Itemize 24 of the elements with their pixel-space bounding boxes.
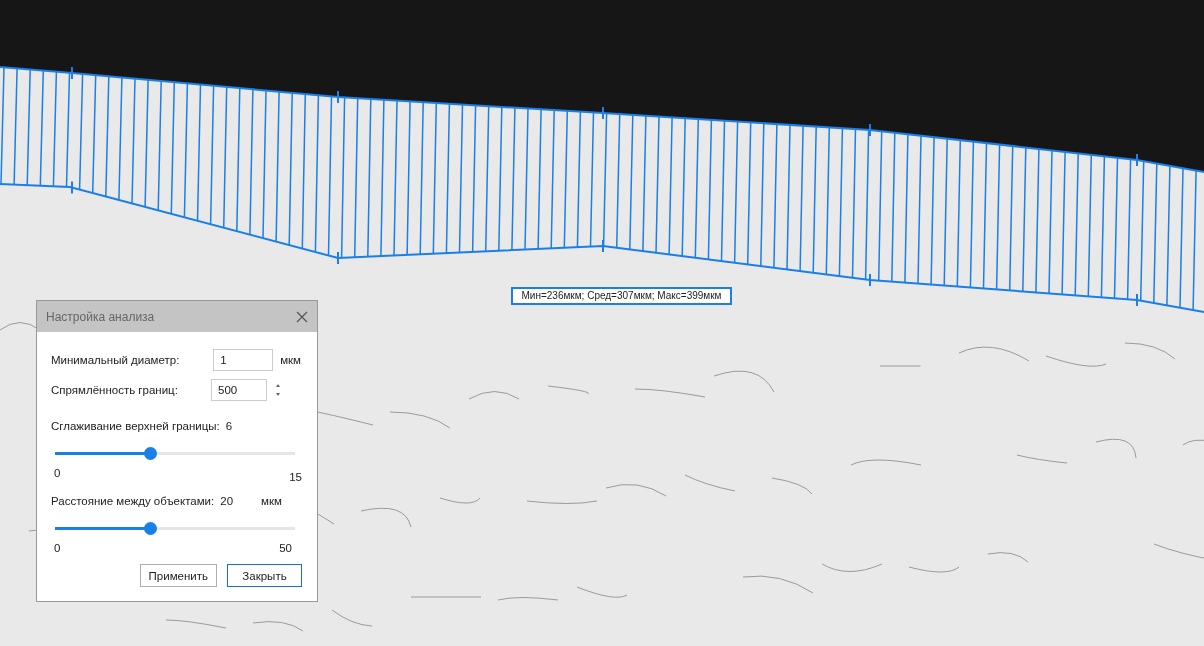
slider-min: 0 <box>54 542 61 554</box>
field-label: Спрямлённость границ: <box>51 384 178 396</box>
slider-thumb[interactable] <box>144 522 157 535</box>
close-button[interactable]: Закрыть <box>227 564 302 587</box>
distance-slider[interactable] <box>55 522 295 535</box>
straightness-field[interactable]: 500 <box>211 379 267 401</box>
slider-max: 15 <box>289 471 302 483</box>
slider-max: 50 <box>279 542 292 554</box>
apply-button[interactable]: Применить <box>139 564 217 587</box>
unit-label: мкм <box>261 495 282 507</box>
smoothing-slider[interactable] <box>55 447 295 460</box>
slider-value: 6 <box>225 420 233 432</box>
spinner-arrows-icon[interactable] <box>274 382 282 398</box>
slider-label: Сглаживание верхней границы: <box>51 420 220 432</box>
slider-label: Расстояние между объектами: <box>51 495 215 507</box>
slider-value: 20 <box>220 495 234 507</box>
dialog-title: Настройка анализа <box>46 309 155 324</box>
field-label: Минимальный диаметр: <box>51 354 180 366</box>
measurement-label: Мин=236мкм; Сред=307мкм; Макс=399мкм <box>511 287 732 305</box>
slider-thumb[interactable] <box>144 447 157 460</box>
unit-label: мкм <box>280 354 301 366</box>
slider-min: 0 <box>54 467 61 481</box>
min-diameter-field[interactable]: 1 <box>213 349 274 371</box>
close-icon[interactable] <box>296 310 308 323</box>
